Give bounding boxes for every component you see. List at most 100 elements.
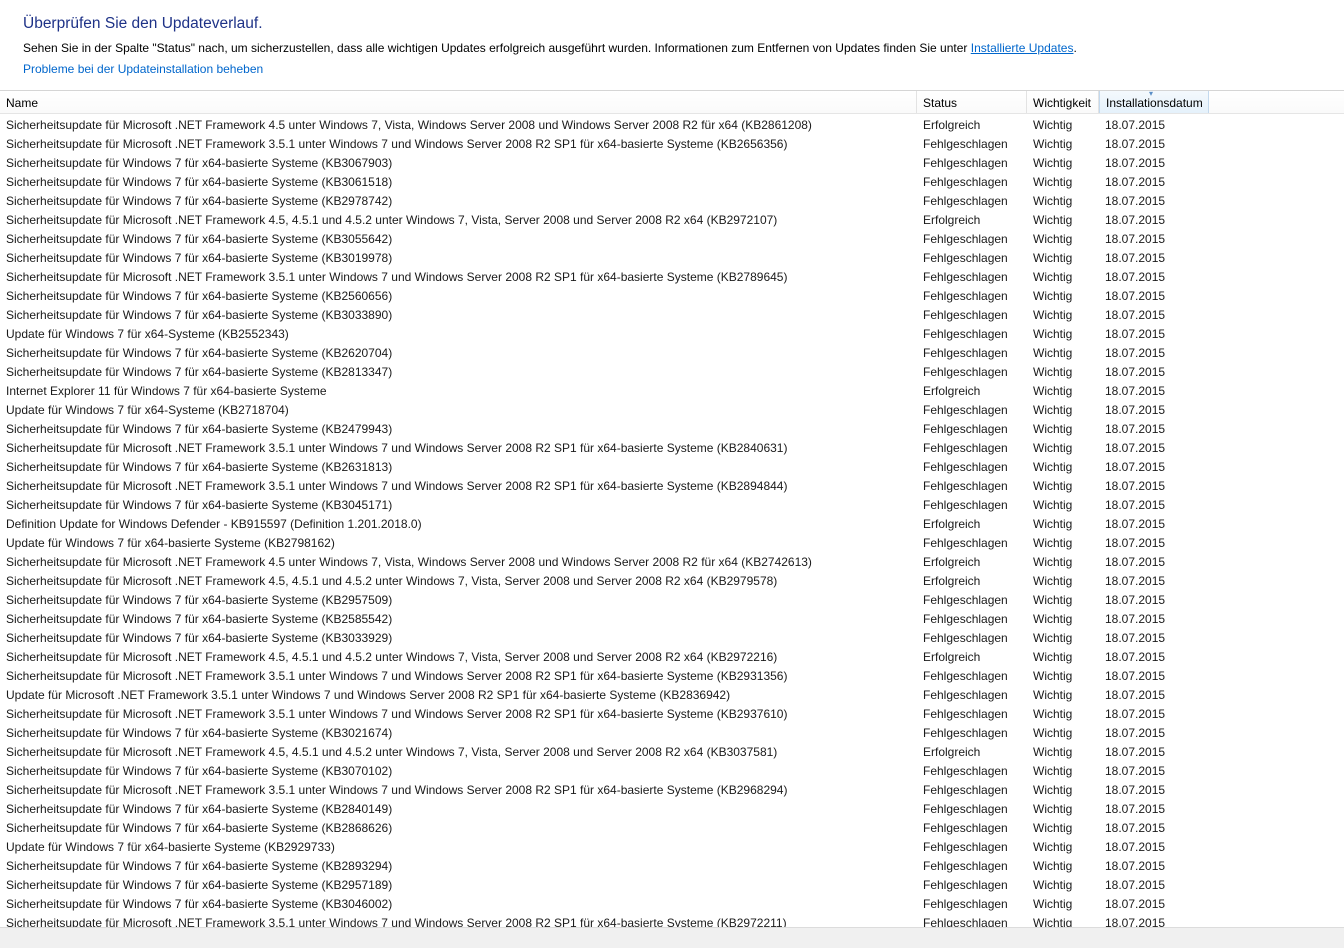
table-row[interactable]: Sicherheitsupdate für Windows 7 für x64-… <box>0 287 1344 306</box>
update-importance: Wichtig <box>1033 270 1073 284</box>
table-row[interactable]: Update für Windows 7 für x64-Systeme (KB… <box>0 401 1344 420</box>
table-row[interactable]: Sicherheitsupdate für Microsoft .NET Fra… <box>0 705 1344 724</box>
update-importance: Wichtig <box>1033 175 1073 189</box>
installed-updates-link[interactable]: Installierte Updates <box>971 41 1074 55</box>
table-row[interactable]: Sicherheitsupdate für Windows 7 für x64-… <box>0 496 1344 515</box>
update-importance: Wichtig <box>1033 688 1073 702</box>
update-status: Fehlgeschlagen <box>923 289 1008 303</box>
update-name: Sicherheitsupdate für Windows 7 für x64-… <box>6 365 393 379</box>
update-importance: Wichtig <box>1033 669 1073 683</box>
update-name: Sicherheitsupdate für Windows 7 für x64-… <box>6 194 393 208</box>
column-header-date[interactable]: ▾ Installationsdatum <box>1099 91 1209 113</box>
update-status: Fehlgeschlagen <box>923 669 1008 683</box>
table-row[interactable]: Sicherheitsupdate für Microsoft .NET Fra… <box>0 135 1344 154</box>
table-row[interactable]: Sicherheitsupdate für Windows 7 für x64-… <box>0 724 1344 743</box>
update-date: 18.07.2015 <box>1105 346 1166 360</box>
column-header-importance[interactable]: Wichtigkeit <box>1027 91 1099 113</box>
update-name: Sicherheitsupdate für Microsoft .NET Fra… <box>6 650 778 664</box>
table-row[interactable]: Sicherheitsupdate für Windows 7 für x64-… <box>0 819 1344 838</box>
table-row[interactable]: Sicherheitsupdate für Windows 7 für x64-… <box>0 192 1344 211</box>
table-row[interactable]: Sicherheitsupdate für Windows 7 für x64-… <box>0 173 1344 192</box>
sort-descending-icon: ▾ <box>1149 90 1154 98</box>
update-importance: Wichtig <box>1033 479 1073 493</box>
update-status: Fehlgeschlagen <box>923 707 1008 721</box>
table-row[interactable]: Sicherheitsupdate für Windows 7 für x64-… <box>0 895 1344 914</box>
update-status: Fehlgeschlagen <box>923 726 1008 740</box>
column-header-status[interactable]: Status <box>917 91 1027 113</box>
update-status: Erfolgreich <box>923 745 981 759</box>
table-row[interactable]: Sicherheitsupdate für Windows 7 für x64-… <box>0 363 1344 382</box>
table-row[interactable]: Sicherheitsupdate für Microsoft .NET Fra… <box>0 914 1344 928</box>
update-name: Sicherheitsupdate für Windows 7 für x64-… <box>6 802 393 816</box>
update-date: 18.07.2015 <box>1105 726 1166 740</box>
table-row[interactable]: Sicherheitsupdate für Microsoft .NET Fra… <box>0 439 1344 458</box>
update-name: Sicherheitsupdate für Microsoft .NET Fra… <box>6 745 778 759</box>
update-date: 18.07.2015 <box>1105 745 1166 759</box>
update-date: 18.07.2015 <box>1105 403 1166 417</box>
table-row[interactable]: Update für Windows 7 für x64-basierte Sy… <box>0 534 1344 553</box>
update-importance: Wichtig <box>1033 612 1073 626</box>
table-row[interactable]: Sicherheitsupdate für Windows 7 für x64-… <box>0 629 1344 648</box>
update-importance: Wichtig <box>1033 251 1073 265</box>
update-status: Fehlgeschlagen <box>923 365 1008 379</box>
table-row[interactable]: Sicherheitsupdate für Microsoft .NET Fra… <box>0 553 1344 572</box>
update-date: 18.07.2015 <box>1105 137 1166 151</box>
update-date: 18.07.2015 <box>1105 384 1166 398</box>
update-date: 18.07.2015 <box>1105 365 1166 379</box>
update-importance: Wichtig <box>1033 878 1073 892</box>
troubleshoot-link[interactable]: Probleme bei der Updateinstallation behe… <box>23 62 263 76</box>
table-row[interactable]: Sicherheitsupdate für Windows 7 für x64-… <box>0 249 1344 268</box>
table-row[interactable]: Sicherheitsupdate für Windows 7 für x64-… <box>0 458 1344 477</box>
table-row[interactable]: Sicherheitsupdate für Windows 7 für x64-… <box>0 857 1344 876</box>
update-name: Sicherheitsupdate für Windows 7 für x64-… <box>6 612 393 626</box>
update-importance: Wichtig <box>1033 156 1073 170</box>
update-name: Sicherheitsupdate für Windows 7 für x64-… <box>6 422 393 436</box>
update-name: Sicherheitsupdate für Windows 7 für x64-… <box>6 175 393 189</box>
update-importance: Wichtig <box>1033 593 1073 607</box>
table-row[interactable]: Sicherheitsupdate für Windows 7 für x64-… <box>0 344 1344 363</box>
column-header-name[interactable]: Name <box>0 91 917 113</box>
table-row[interactable]: Sicherheitsupdate für Microsoft .NET Fra… <box>0 268 1344 287</box>
table-row[interactable]: Sicherheitsupdate für Microsoft .NET Fra… <box>0 116 1344 135</box>
table-row[interactable]: Sicherheitsupdate für Windows 7 für x64-… <box>0 800 1344 819</box>
update-status: Fehlgeschlagen <box>923 194 1008 208</box>
update-status: Fehlgeschlagen <box>923 498 1008 512</box>
update-date: 18.07.2015 <box>1105 574 1166 588</box>
update-importance: Wichtig <box>1033 650 1073 664</box>
table-row[interactable]: Sicherheitsupdate für Windows 7 für x64-… <box>0 610 1344 629</box>
table-row[interactable]: Sicherheitsupdate für Microsoft .NET Fra… <box>0 667 1344 686</box>
table-row[interactable]: Update für Windows 7 für x64-Systeme (KB… <box>0 325 1344 344</box>
table-row[interactable]: Sicherheitsupdate für Microsoft .NET Fra… <box>0 743 1344 762</box>
table-row[interactable]: Sicherheitsupdate für Windows 7 für x64-… <box>0 762 1344 781</box>
update-importance: Wichtig <box>1033 232 1073 246</box>
table-row[interactable]: Sicherheitsupdate für Windows 7 für x64-… <box>0 876 1344 895</box>
table-row[interactable]: Sicherheitsupdate für Windows 7 für x64-… <box>0 420 1344 439</box>
table-row[interactable]: Sicherheitsupdate für Windows 7 für x64-… <box>0 230 1344 249</box>
update-name: Update für Windows 7 für x64-basierte Sy… <box>6 840 335 854</box>
update-status: Fehlgeschlagen <box>923 897 1008 911</box>
table-row[interactable]: Sicherheitsupdate für Windows 7 für x64-… <box>0 591 1344 610</box>
table-row[interactable]: Sicherheitsupdate für Microsoft .NET Fra… <box>0 648 1344 667</box>
update-date: 18.07.2015 <box>1105 156 1166 170</box>
update-date: 18.07.2015 <box>1105 232 1166 246</box>
update-date: 18.07.2015 <box>1105 118 1166 132</box>
update-status: Fehlgeschlagen <box>923 783 1008 797</box>
update-status: Fehlgeschlagen <box>923 802 1008 816</box>
table-row[interactable]: Sicherheitsupdate für Windows 7 für x64-… <box>0 306 1344 325</box>
update-status: Fehlgeschlagen <box>923 878 1008 892</box>
table-row[interactable]: Sicherheitsupdate für Windows 7 für x64-… <box>0 154 1344 173</box>
table-row[interactable]: Sicherheitsupdate für Microsoft .NET Fra… <box>0 781 1344 800</box>
table-row[interactable]: Definition Update for Windows Defender -… <box>0 515 1344 534</box>
table-row[interactable]: Update für Microsoft .NET Framework 3.5.… <box>0 686 1344 705</box>
update-date: 18.07.2015 <box>1105 631 1166 645</box>
table-row[interactable]: Internet Explorer 11 für Windows 7 für x… <box>0 382 1344 401</box>
update-importance: Wichtig <box>1033 327 1073 341</box>
table-row[interactable]: Sicherheitsupdate für Microsoft .NET Fra… <box>0 572 1344 591</box>
table-row[interactable]: Sicherheitsupdate für Microsoft .NET Fra… <box>0 211 1344 230</box>
update-importance: Wichtig <box>1033 916 1073 928</box>
update-importance: Wichtig <box>1033 441 1073 455</box>
table-row[interactable]: Update für Windows 7 für x64-basierte Sy… <box>0 838 1344 857</box>
update-date: 18.07.2015 <box>1105 821 1166 835</box>
update-name: Sicherheitsupdate für Windows 7 für x64-… <box>6 346 393 360</box>
table-row[interactable]: Sicherheitsupdate für Microsoft .NET Fra… <box>0 477 1344 496</box>
